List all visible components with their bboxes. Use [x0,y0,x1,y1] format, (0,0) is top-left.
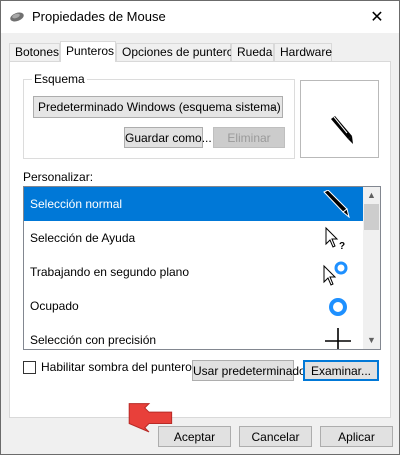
working-pointer-icon [323,261,348,286]
list-item[interactable]: Trabajando en segundo plano [24,255,363,289]
list-item-label: Trabajando en segundo plano [30,265,190,279]
shadow-checkbox[interactable] [23,361,36,374]
use-default-button[interactable]: Usar predeterminado [192,360,306,381]
scroll-up-arrow-icon[interactable]: ▲ [363,187,380,204]
scheme-group-label: Esquema [32,72,87,86]
list-item[interactable]: Selección con precisión [24,323,363,349]
customize-label: Personalizar: [23,170,94,184]
apply-button[interactable]: Aplicar [320,426,393,447]
list-item[interactable]: Selección de Ayuda ? [24,221,363,255]
tab-botones[interactable]: Botones [9,43,60,61]
tab-rueda[interactable]: Rueda [231,43,274,61]
scheme-selected-value: Predeterminado Windows (esquema sistema) [38,100,281,114]
list-item-label: Selección de Ayuda [30,231,136,245]
list-item-label: Selección con precisión [30,333,157,347]
scroll-down-arrow-icon[interactable]: ▼ [363,332,380,349]
mouse-app-icon [10,12,24,22]
pointer-preview [300,80,379,158]
tab-punteros[interactable]: Punteros [60,41,116,62]
browse-button[interactable]: Examinar... [303,360,379,381]
title-bar: Propiedades de Mouse ✕ [1,1,399,33]
busy-pointer-icon [329,298,347,316]
delete-scheme-button[interactable]: Eliminar [213,127,285,148]
list-item[interactable]: Selección normal [24,187,363,221]
scheme-dropdown[interactable]: Predeterminado Windows (esquema sistema)… [33,96,283,118]
arrow-pointer-icon [323,190,350,218]
annotation-arrow-icon [128,403,173,433]
pointer-list[interactable]: Selección normal Selección de Ayuda ? Tr… [23,186,381,350]
shadow-checkbox-label: Habilitar sombra del puntero [41,360,192,374]
chevron-down-icon: ⌄ [268,100,278,112]
list-item[interactable]: Ocupado [24,289,363,323]
list-item-label: Ocupado [30,299,79,313]
help-pointer-icon: ? [325,226,345,252]
list-scrollbar[interactable]: ▲ ▼ [363,187,380,349]
scroll-thumb[interactable] [364,204,379,230]
cancel-button[interactable]: Cancelar [239,426,312,447]
tab-opciones-de-puntero[interactable]: Opciones de puntero [116,43,233,61]
close-button[interactable]: ✕ [355,1,399,33]
scheme-group: Esquema Predeterminado Windows (esquema … [23,72,295,159]
close-icon: ✕ [370,9,384,26]
save-as-button[interactable]: Guardar como... [124,127,212,148]
window-title: Propiedades de Mouse [32,9,166,24]
mouse-properties-window: Propiedades de Mouse ✕ Botones Punteros … [0,0,400,455]
pointers-panel: Esquema Predeterminado Windows (esquema … [9,61,391,418]
pen-pointer-preview-icon [331,116,353,144]
svg-text:?: ? [339,241,345,252]
crosshair-pointer-icon [325,328,351,349]
list-item-label: Selección normal [30,197,123,211]
tab-hardware[interactable]: Hardware [274,43,332,61]
